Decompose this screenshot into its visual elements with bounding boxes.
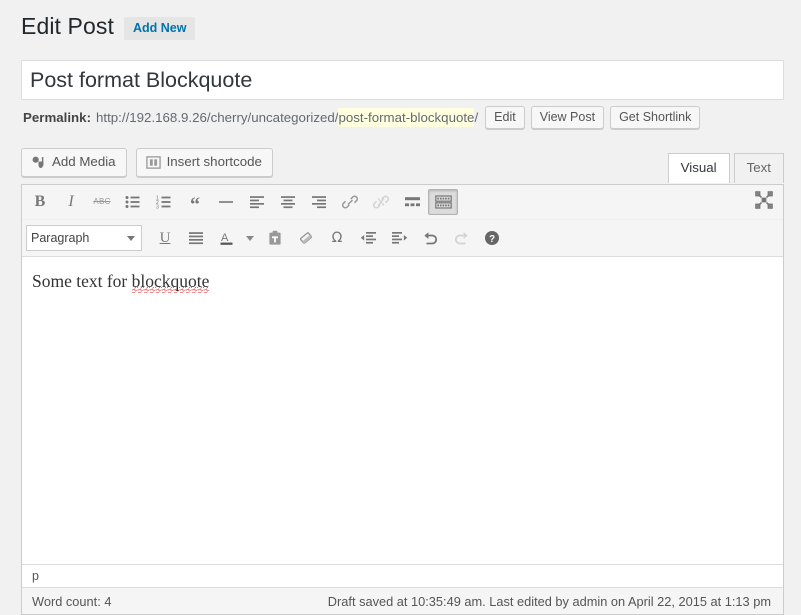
page-header: Edit Post Add New [21, 12, 195, 41]
undo-icon[interactable] [415, 225, 445, 251]
post-title-wrap [21, 60, 784, 100]
svg-text:A: A [221, 232, 229, 244]
view-post-button[interactable]: View Post [531, 106, 604, 129]
wp-post-editor-page: Edit Post Add New Permalink: http://192.… [0, 0, 801, 615]
link-icon[interactable] [335, 189, 365, 215]
italic-icon[interactable]: I [56, 189, 86, 215]
blockquote-icon[interactable]: “ [180, 189, 210, 215]
align-left-icon[interactable] [242, 189, 272, 215]
get-shortlink-button[interactable]: Get Shortlink [610, 106, 700, 129]
permalink-buttons: Edit View Post Get Shortlink [485, 106, 706, 129]
indent-icon[interactable] [384, 225, 414, 251]
post-title-input[interactable] [21, 60, 784, 100]
permalink-label: Permalink: [23, 108, 91, 127]
media-buttons-row: Add Media Insert shortcode [21, 148, 282, 177]
horizontal-rule-icon[interactable] [211, 189, 241, 215]
editor-mode-tabs: Visual Text [664, 152, 784, 182]
paragraph-format-select[interactable]: Paragraph [26, 225, 142, 251]
editor-toolbar: B I ABC 1 2 [22, 185, 783, 257]
permalink-row: Permalink: http://192.168.9.26/cherry/un… [23, 106, 706, 129]
bulleted-list-icon[interactable] [118, 189, 148, 215]
editor-content-area[interactable]: Some text for blockquote [22, 257, 783, 564]
element-path-value: p [32, 569, 39, 583]
page-title: Edit Post [21, 12, 124, 41]
tab-text[interactable]: Text [734, 153, 784, 183]
justify-icon[interactable] [181, 225, 211, 251]
bold-icon[interactable]: B [25, 189, 55, 215]
add-media-button[interactable]: Add Media [21, 148, 127, 177]
unlink-icon[interactable] [366, 189, 396, 215]
add-new-button[interactable]: Add New [124, 17, 195, 40]
svg-text:?: ? [489, 234, 495, 245]
permalink-slug[interactable]: post-format-blockquote [338, 108, 474, 127]
tab-visual[interactable]: Visual [668, 153, 730, 183]
media-icon [31, 155, 46, 170]
align-center-icon[interactable] [273, 189, 303, 215]
element-path-bar[interactable]: p [22, 564, 783, 587]
shortcode-icon [146, 155, 161, 170]
numbered-list-icon[interactable]: 1 2 3 [149, 189, 179, 215]
editor-paragraph[interactable]: Some text for blockquote [32, 269, 773, 293]
clear-formatting-icon[interactable] [291, 225, 321, 251]
save-status: Draft saved at 10:35:49 am. Last edited … [328, 594, 773, 609]
word-count: Word count: 4 [32, 594, 111, 609]
underline-icon[interactable]: U [150, 225, 180, 251]
content-text-before: Some text for [32, 271, 132, 291]
insert-shortcode-label: Insert shortcode [167, 153, 262, 171]
chevron-down-icon [127, 236, 135, 241]
fullscreen-icon[interactable] [750, 188, 778, 212]
outdent-icon[interactable] [353, 225, 383, 251]
editor-status-bar: Word count: 4 Draft saved at 10:35:49 am… [22, 587, 783, 614]
editor-container: B I ABC 1 2 [21, 184, 784, 615]
align-right-icon[interactable] [304, 189, 334, 215]
special-character-icon[interactable]: Ω [322, 225, 352, 251]
toolbar-toggle-icon[interactable] [428, 189, 458, 215]
svg-text:3: 3 [156, 204, 159, 209]
insert-shortcode-button[interactable]: Insert shortcode [136, 148, 273, 177]
text-color-dropdown-icon[interactable] [243, 226, 257, 250]
toolbar-row-2: Paragraph U A [22, 219, 783, 256]
permalink-trailing-slash: / [474, 108, 478, 127]
redo-icon[interactable] [446, 225, 476, 251]
insert-more-icon[interactable] [397, 189, 427, 215]
text-color-icon[interactable]: A [212, 225, 242, 251]
edit-slug-button[interactable]: Edit [485, 106, 525, 129]
chevron-down-icon [246, 236, 254, 241]
help-icon[interactable]: ? [477, 225, 507, 251]
strikethrough-icon[interactable]: ABC [87, 189, 117, 215]
misspelled-word: blockquote [132, 271, 210, 293]
add-media-label: Add Media [52, 153, 116, 171]
paste-as-text-icon[interactable] [260, 225, 290, 251]
toolbar-row-1: B I ABC 1 2 [22, 185, 783, 219]
format-select-value: Paragraph [31, 227, 89, 249]
permalink-base-url: http://192.168.9.26/cherry/uncategorized… [96, 108, 338, 127]
